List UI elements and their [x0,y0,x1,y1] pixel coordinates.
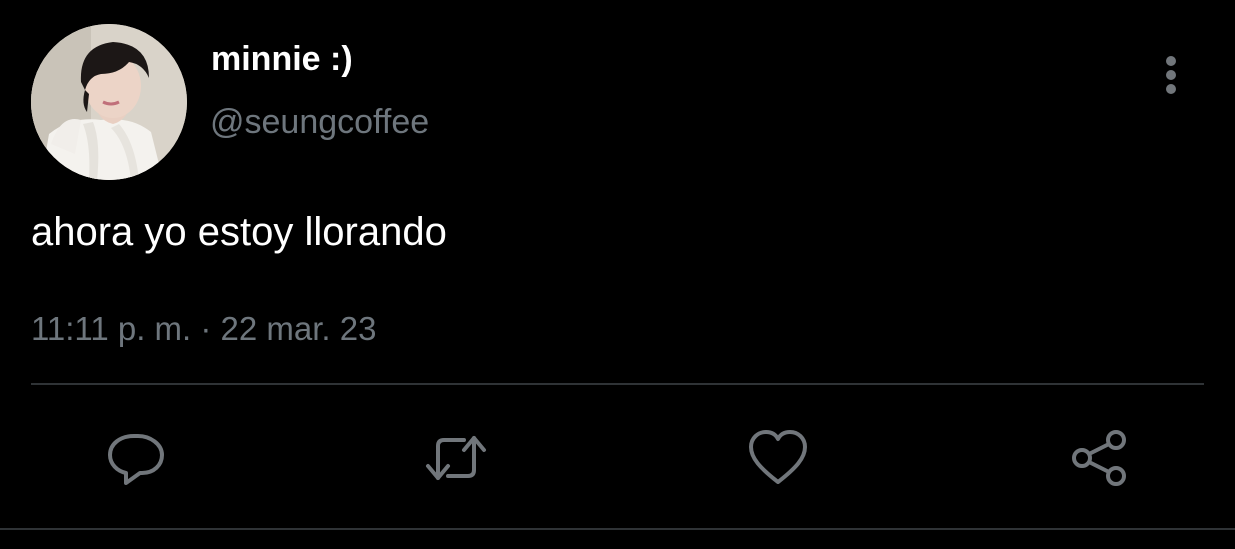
profile-photo [31,24,187,180]
reply-icon [108,434,164,485]
retweet-icon [426,436,486,480]
tweet-timestamp[interactable]: 11:11 p. m. · 22 mar. 23 [31,310,376,348]
retweet-button[interactable] [424,426,488,490]
share-icon [1072,430,1126,486]
user-handle[interactable]: @seungcoffee [210,103,429,142]
display-name[interactable]: minnie :) [211,40,353,79]
like-button[interactable] [746,426,810,490]
divider [31,383,1204,385]
share-button[interactable] [1068,426,1132,490]
tweet-text: ahora yo estoy llorando [31,210,447,254]
heart-icon [749,430,807,484]
more-options-button[interactable] [1152,52,1192,98]
bottom-divider [0,528,1235,530]
avatar[interactable] [31,24,187,180]
reply-button[interactable] [104,426,168,490]
